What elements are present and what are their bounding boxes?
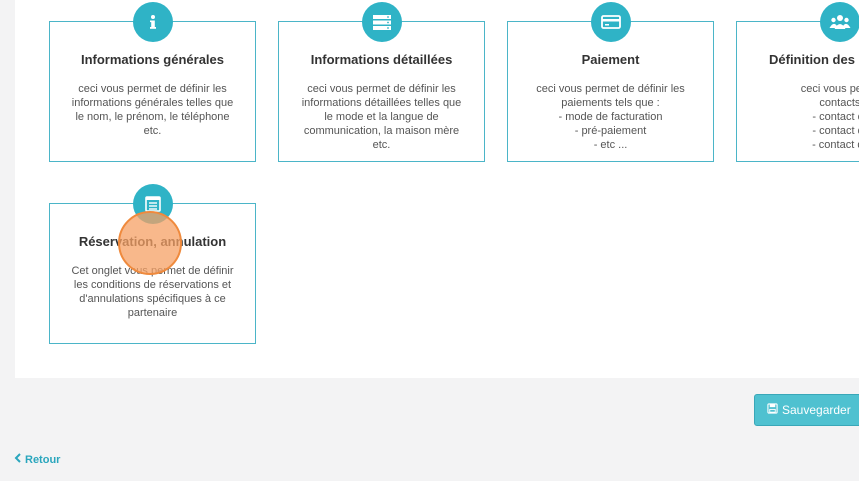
save-button-label: Sauvegarder [782,403,851,417]
info-icon [132,2,173,42]
card-paiement[interactable]: Paiement ceci vous permet de définir les… [507,2,714,162]
save-button[interactable]: Sauvegarder [754,394,859,426]
back-link-label: Retour [25,453,61,466]
users-icon [820,2,859,42]
card-description: ceci vous permet de définir les informat… [301,83,462,151]
card-title: Paiement [581,52,640,67]
card-description: ceci vous permet de contacts tels - cont… [800,83,859,151]
card-informations-detaillees[interactable]: Informations détaillées ceci vous permet… [278,2,485,162]
card-description: ceci vous permet de définir les informat… [71,83,234,137]
card-definition-contacts[interactable]: Définition des ceci vous permet de conta… [736,2,859,162]
card-title: Informations générales [80,52,225,67]
list-icon [132,184,173,224]
save-icon [767,403,778,417]
card-title: Définition des [769,52,855,67]
card-description: Cet onglet vous permet de définir les co… [71,265,234,319]
card-reservation-annulation[interactable]: Réservation, annulation Cet onglet vous … [49,184,256,344]
back-link[interactable]: Retour [14,453,60,466]
credit-card-icon [590,2,631,42]
card-informations-generales[interactable]: Informations générales ceci vous permet … [49,2,256,162]
card-title: Informations détaillées [310,52,453,67]
chevron-left-icon [14,453,22,466]
card-description: ceci vous permet de définir les paiement… [536,83,685,151]
server-icon [361,2,402,42]
card-title: Réservation, annulation [78,234,227,249]
